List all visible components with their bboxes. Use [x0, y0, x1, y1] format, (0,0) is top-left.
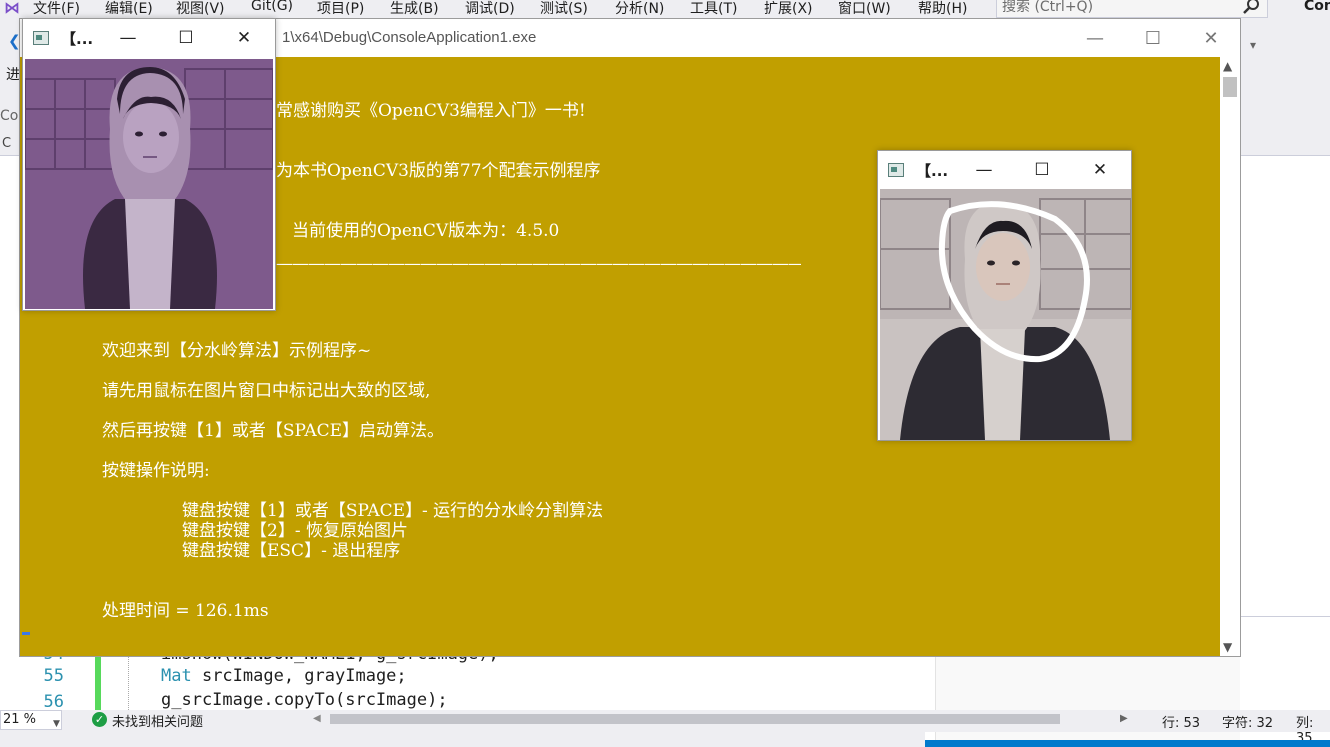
scroll-left-icon[interactable]: ◀ [313, 713, 321, 724]
change-indicator [95, 656, 101, 710]
menu-view[interactable]: 视图(V) [176, 0, 225, 18]
vs-logo-icon: ⋈ [4, 0, 20, 17]
console-line: 欢迎来到【分水岭算法】示例程序~ [102, 341, 372, 361]
close-icon: ✕ [1092, 160, 1108, 180]
zoom-value: 21 % [3, 712, 37, 727]
maximize-button[interactable]: ☐ [1124, 19, 1182, 57]
line-number: 55 [43, 666, 64, 686]
cursor-char: 字符: 32 [1222, 716, 1274, 731]
close-icon: ✕ [1203, 27, 1219, 49]
right-panel [1240, 156, 1330, 616]
chevron-down-icon: ▼ [53, 719, 60, 729]
line-number: 56 [43, 692, 64, 712]
zoom-select[interactable]: 21 % ▼ [0, 710, 62, 730]
menu-help[interactable]: 帮助(H) [918, 0, 967, 18]
menu-analyze[interactable]: 分析(N) [615, 0, 664, 18]
solution-label: Con [1304, 0, 1330, 14]
menu-git[interactable]: Git(G) [251, 0, 293, 14]
menu-tools[interactable]: 工具(T) [690, 0, 737, 18]
menu-file[interactable]: 文件(F) [33, 0, 80, 18]
code-line: Mat srcImage, grayImage; [161, 666, 407, 686]
console-line: 键盘按键【ESC】- 退出程序 [182, 541, 401, 561]
check-circle-icon: ✓ [92, 712, 107, 727]
menu-window[interactable]: 窗口(W) [838, 0, 891, 18]
color-image[interactable] [880, 189, 1131, 440]
menu-test[interactable]: 测试(S) [540, 0, 588, 18]
toolbar-fragment: 进 [6, 67, 20, 83]
code-editor[interactable]: 54 55 56 imshow(WINDOW_NAME1, g_srcImage… [0, 644, 935, 712]
code-line: g_srcImage.copyTo(srcImage); [161, 690, 448, 710]
image-window-gray[interactable]: 【... — ☐ ✕ [22, 18, 276, 311]
type-keyword: Mat [161, 666, 192, 686]
scroll-up-icon[interactable]: ▲ [1223, 59, 1232, 73]
console-line: 按键操作说明: [102, 461, 210, 481]
minimize-icon: — [119, 28, 137, 48]
portrait-color [880, 189, 1131, 440]
maximize-icon: ☐ [178, 28, 194, 48]
minimize-button[interactable]: — [99, 19, 157, 57]
text-cursor [22, 632, 30, 635]
scroll-right-icon[interactable]: ▶ [1120, 713, 1128, 724]
minimize-icon: — [975, 160, 993, 180]
file-tab-fragment[interactable]: C [2, 136, 11, 151]
gray-image[interactable] [25, 59, 273, 309]
image-window-titlebar[interactable]: 【... — ☐ ✕ [23, 19, 275, 57]
image-window-titlebar[interactable]: 【... — ☐ ✕ [878, 151, 1131, 189]
search-input[interactable]: 搜索 (Ctrl+Q) [996, 0, 1268, 18]
search-icon[interactable] [1242, 0, 1262, 16]
minimize-button[interactable]: — [955, 151, 1013, 189]
toolbar-overflow-icon[interactable]: ▾ [1250, 38, 1256, 52]
console-scrollbar[interactable]: ▲ ▼ [1220, 57, 1240, 656]
window-app-icon [888, 163, 904, 177]
console-line: 常感谢购买《OpenCV3编程入门》一书! [276, 101, 586, 121]
vs-menubar: ⋈ 文件(F) 编辑(E) 视图(V) Git(G) 项目(P) 生成(B) 调… [0, 0, 1330, 18]
close-icon: ✕ [236, 28, 252, 48]
image-window-color[interactable]: 【... — ☐ ✕ [877, 150, 1132, 441]
indent-guide [128, 656, 129, 710]
scroll-down-icon[interactable]: ▼ [1223, 640, 1232, 654]
window-app-icon [33, 31, 49, 45]
issues-status[interactable]: 未找到相关问题 [112, 711, 203, 730]
left-gutter [0, 156, 20, 716]
image-window-title: 【... [916, 162, 949, 180]
menu-debug[interactable]: 调试(D) [465, 0, 515, 18]
console-line: 然后再按键【1】或者【SPACE】启动算法。 [102, 421, 445, 441]
bottom-strip [0, 732, 925, 747]
maximize-button[interactable]: ☐ [157, 19, 215, 57]
cursor-row: 行: 53 [1162, 716, 1201, 731]
maximize-icon: ☐ [1034, 160, 1050, 180]
console-separator: —————————————————————————————————— [276, 254, 801, 274]
close-button[interactable]: ✕ [1071, 151, 1129, 189]
image-window-title: 【... [61, 30, 94, 48]
console-line: 请先用鼠标在图片窗口中标记出大致的区域, [102, 381, 431, 401]
minimize-icon: — [1086, 27, 1104, 49]
console-line: 为本书OpenCV3版的第77个配套示例程序 [276, 161, 601, 181]
close-button[interactable]: ✕ [215, 19, 273, 57]
editor-statusbar: 21 % ▼ ✓ 未找到相关问题 ◀ ▶ 行: 53 字符: 32 列: 35 [0, 710, 1330, 746]
console-line: 处理时间 = 126.1ms [102, 601, 269, 621]
menu-edit[interactable]: 编辑(E) [105, 0, 153, 18]
maximize-icon: ☐ [1144, 27, 1162, 49]
code-text: srcImage, grayImage; [191, 666, 407, 686]
menu-extensions[interactable]: 扩展(X) [764, 0, 813, 18]
status-strip [925, 740, 1330, 747]
horizontal-scrollbar[interactable] [330, 714, 1060, 724]
menu-build[interactable]: 生成(B) [390, 0, 439, 18]
portrait-purple [25, 59, 273, 309]
scroll-thumb[interactable] [1223, 77, 1237, 97]
close-button[interactable]: ✕ [1182, 19, 1240, 57]
menu-project[interactable]: 项目(P) [317, 0, 364, 18]
console-title: 1\x64\Debug\ConsoleApplication1.exe [282, 29, 537, 46]
divider [1240, 616, 1330, 617]
console-line: 当前使用的OpenCV版本为：4.5.0 [292, 221, 560, 241]
minimize-button[interactable]: — [1066, 19, 1124, 57]
maximize-button[interactable]: ☐ [1013, 151, 1071, 189]
